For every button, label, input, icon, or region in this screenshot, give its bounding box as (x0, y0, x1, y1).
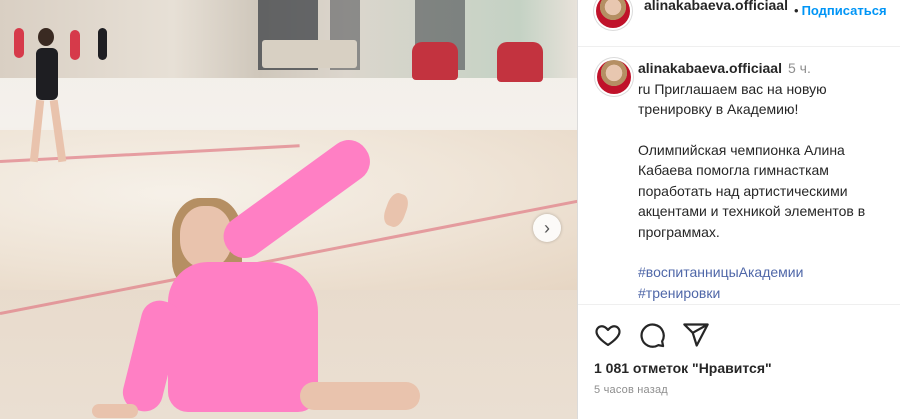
next-photo-button[interactable]: › (533, 214, 561, 242)
photo-red-chair (497, 42, 543, 82)
photo-table (262, 40, 357, 68)
post-header: alinakabaeva.officiaal • Подписаться (578, 0, 900, 47)
comment-icon[interactable] (638, 321, 666, 349)
caption-text: alinakabaeva.officiaal 5 ч. ru Приглашаем… (638, 58, 898, 303)
post-actions: 1 081 отметок "Нравится" 5 часов назад (578, 304, 900, 420)
chevron-right-icon: › (544, 218, 550, 238)
header-username[interactable]: alinakabaeva.officiaal (644, 0, 794, 15)
photo-gymnast (14, 28, 24, 58)
share-icon[interactable] (682, 321, 710, 349)
follow-button[interactable]: • Подписаться (794, 3, 887, 18)
photo-gymnast (98, 28, 107, 60)
caption-time[interactable]: 5 ч. (788, 60, 811, 76)
heart-icon[interactable] (594, 321, 622, 349)
avatar[interactable] (597, 60, 631, 94)
caption-line: ru Приглашаем вас на новую тренировку в … (638, 80, 827, 118)
post-time-ago: 5 часов назад (594, 384, 668, 396)
follow-separator: • (794, 3, 799, 18)
photo-red-chair (412, 42, 458, 80)
photo-woman-leg (300, 382, 420, 410)
hashtag-link[interactable]: #тренировки (638, 283, 898, 304)
caption-username[interactable]: alinakabaeva.officiaal (638, 60, 782, 76)
follow-label: Подписаться (801, 3, 887, 18)
photo-gymnast (70, 30, 80, 60)
avatar[interactable] (596, 0, 630, 28)
caption-paragraph: Олимпийская чемпионка Алина Кабаева помо… (638, 141, 866, 240)
photo-gymnast (36, 48, 58, 100)
post-photo[interactable]: › (0, 0, 577, 419)
photo-gymnast-head (38, 28, 54, 46)
photo-woman-hand (92, 404, 138, 418)
likes-count[interactable]: 1 081 отметок "Нравится" (594, 360, 772, 376)
post-details-panel: alinakabaeva.officiaal • Подписаться alin… (577, 0, 900, 419)
hashtag-link[interactable]: #воспитанницыАкадемии (638, 262, 898, 283)
post-caption: alinakabaeva.officiaal 5 ч. ru Приглашаем… (578, 46, 900, 304)
photo-woman-sweater (168, 262, 318, 412)
